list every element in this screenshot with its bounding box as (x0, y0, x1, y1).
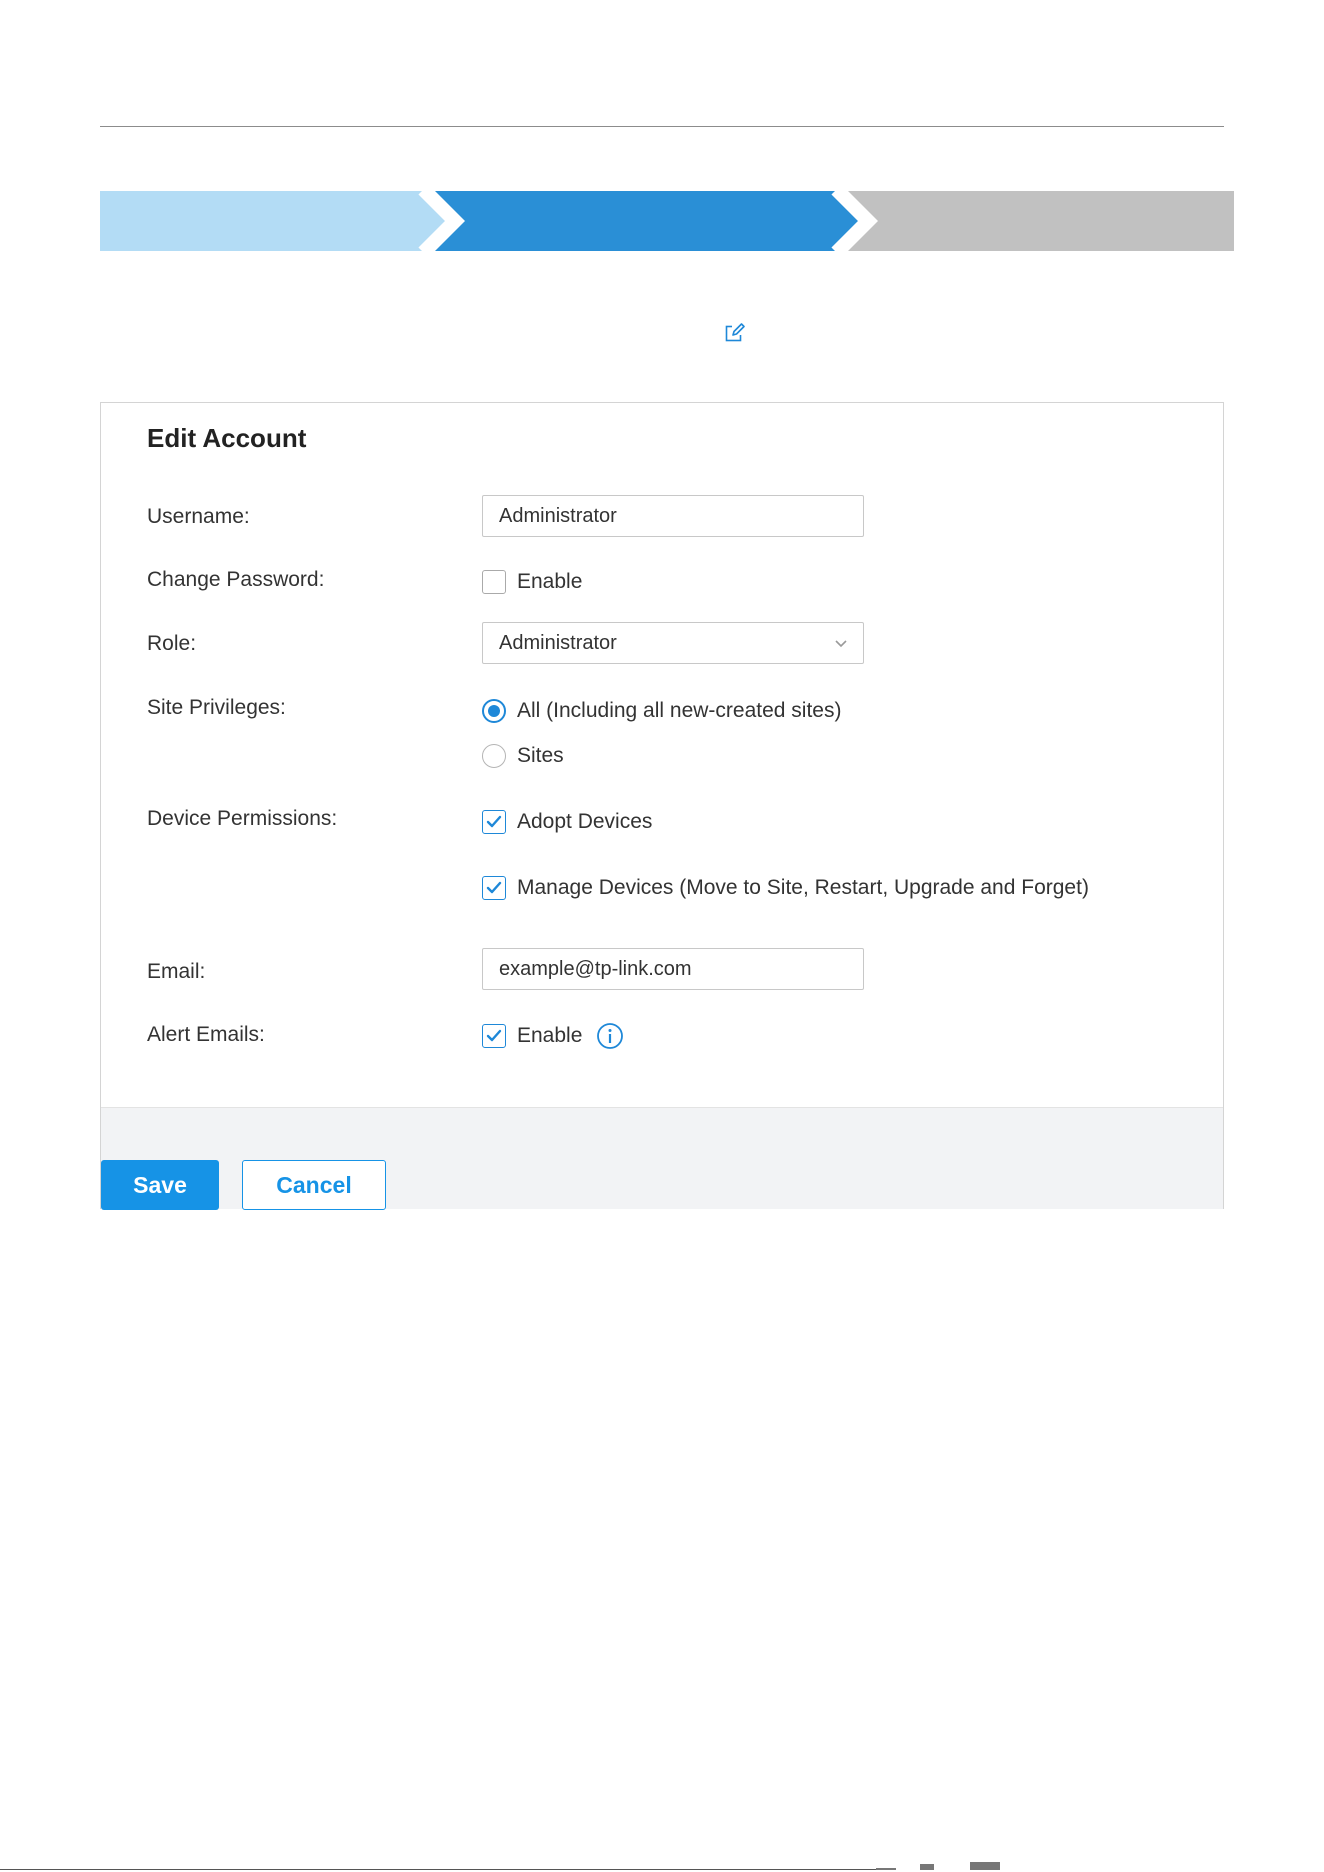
wizard-step-current (435, 191, 865, 251)
role-select-value: Administrator (499, 632, 617, 654)
chevron-down-icon (835, 640, 847, 648)
radio-sites[interactable] (482, 744, 506, 768)
radio-all[interactable] (482, 699, 506, 723)
change-password-option[interactable]: Enable (482, 568, 582, 596)
alert-emails-option-label: Enable (517, 1024, 583, 1047)
alert-emails-option[interactable]: Enable (482, 1022, 624, 1050)
info-icon[interactable] (596, 1022, 624, 1050)
role-select[interactable]: Administrator (482, 622, 864, 664)
alert-emails-label: Alert Emails: (147, 1023, 265, 1046)
site-privileges-option-all-label: All (Including all new-created sites) (517, 699, 842, 722)
footer-logo-mark (876, 1862, 1000, 1870)
change-password-label: Change Password: (147, 568, 325, 591)
edit-icon[interactable] (724, 322, 746, 344)
panel-title: Edit Account (147, 423, 307, 453)
adopt-devices-label: Adopt Devices (517, 810, 653, 833)
username-input[interactable] (482, 495, 864, 537)
email-input[interactable] (482, 948, 864, 990)
adopt-devices-checkbox[interactable] (482, 810, 506, 834)
wizard-step-done (100, 191, 452, 251)
wizard-progress-bar (100, 191, 1234, 251)
wizard-step-pending (848, 191, 1234, 251)
alert-emails-checkbox[interactable] (482, 1024, 506, 1048)
role-label: Role: (147, 632, 197, 655)
edit-account-panel: Edit Account Username: Change Password: … (100, 402, 1224, 1210)
change-password-checkbox[interactable] (482, 570, 506, 594)
manage-devices-label: Manage Devices (Move to Site, Restart, U… (517, 876, 1089, 899)
page-bottom-divider (0, 1869, 878, 1870)
email-label: Email: (147, 960, 206, 983)
site-privileges-option-sites-label: Sites (517, 744, 564, 767)
device-permissions-label: Device Permissions: (147, 807, 338, 830)
site-privileges-option-all[interactable]: All (Including all new-created sites) (482, 697, 841, 725)
form-footer: Save Cancel (101, 1107, 1223, 1210)
manage-devices-option[interactable]: Manage Devices (Move to Site, Restart, U… (482, 874, 1089, 902)
adopt-devices-option[interactable]: Adopt Devices (482, 808, 652, 836)
save-button[interactable]: Save (101, 1160, 219, 1210)
site-privileges-option-sites[interactable]: Sites (482, 742, 564, 770)
manage-devices-checkbox[interactable] (482, 876, 506, 900)
site-privileges-label: Site Privileges: (147, 696, 286, 719)
header-divider (100, 126, 1224, 127)
change-password-option-label: Enable (517, 570, 583, 593)
cancel-button[interactable]: Cancel (242, 1160, 386, 1210)
username-label: Username: (147, 505, 250, 528)
